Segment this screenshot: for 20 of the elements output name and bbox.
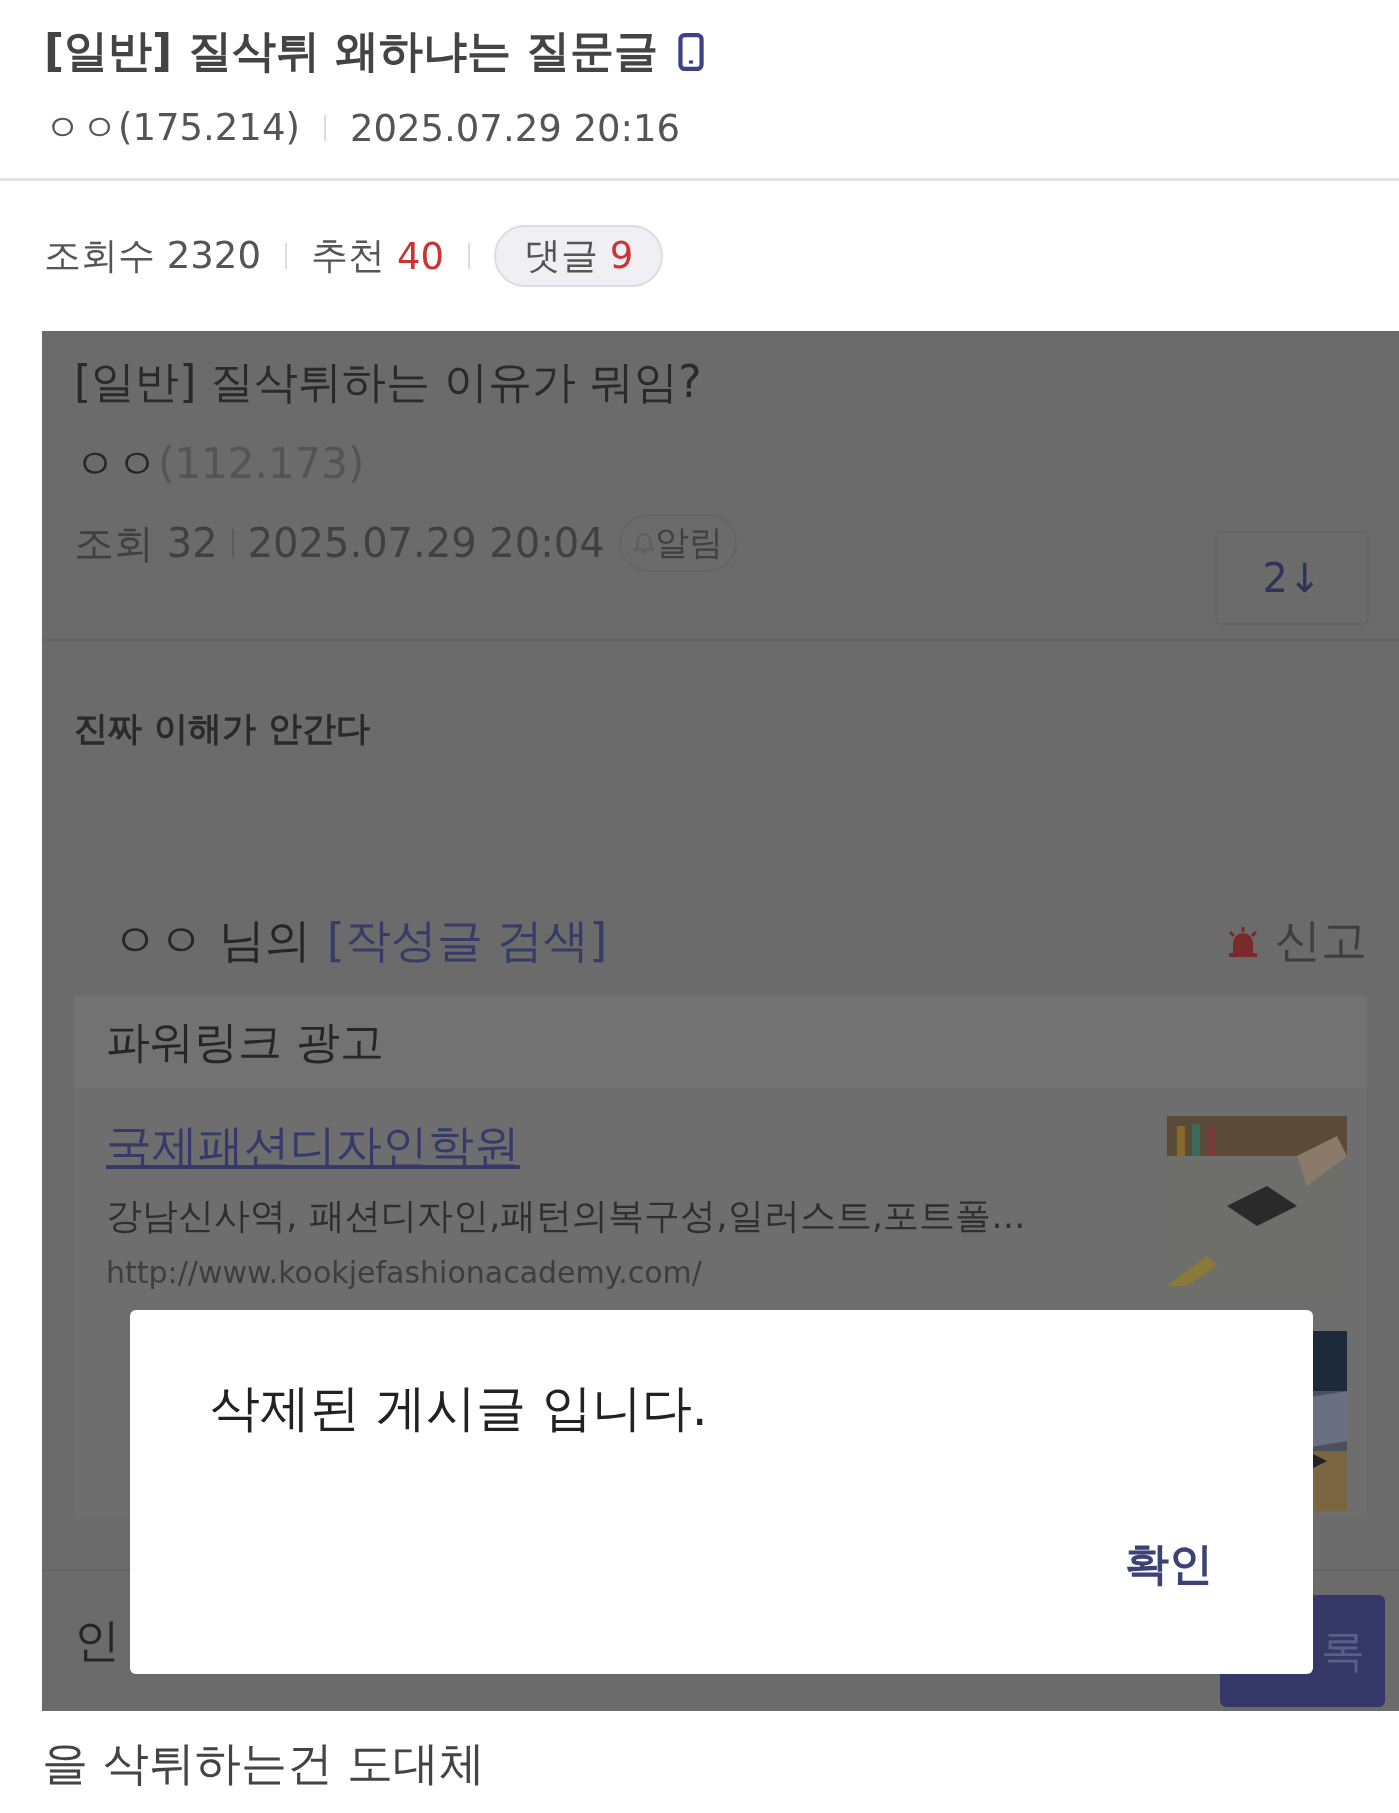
comment-input-text[interactable]: 인 [74,1610,120,1672]
ad-title-link[interactable]: 국제패션디자인학원 [106,1116,1147,1178]
mobile-phone-icon [678,32,705,71]
recommend-label: 추천 [310,233,385,279]
dialog-message: 삭제된 게시글 입니다. [210,1378,708,1439]
jump-button[interactable]: 2↓ [1215,531,1369,625]
post-date: 2025.07.29 20:16 [349,106,681,150]
post-author: ㅇㅇ(175.214) [44,105,300,151]
embedded-post-body: 진짜 이해가 안간다 [73,707,371,750]
view-count: 조회수 2320 [44,233,261,279]
post-body-text: 을 삭튀하는건 도대체 [41,1735,487,1792]
embedded-post-title: [일반] 질삭튀하는 이유가 뭐임? [74,355,703,409]
ad-description: 강남신사역, 패션디자인,패턴의복구성,일러스트,포트폴... [106,1194,1027,1238]
ad-header: 파워링크 광고 [74,996,1367,1088]
post-title: [일반] 질삭튀 왜하냐는 질문글 [44,24,659,78]
confirm-button[interactable]: 확인 [1125,1535,1213,1594]
author-name: ㅇㅇ 님의 [112,912,311,969]
embedded-author: ㅇㅇ [74,439,158,488]
recommend-count: 40 [396,234,445,278]
comments-button[interactable]: 댓글 9 [494,225,664,287]
